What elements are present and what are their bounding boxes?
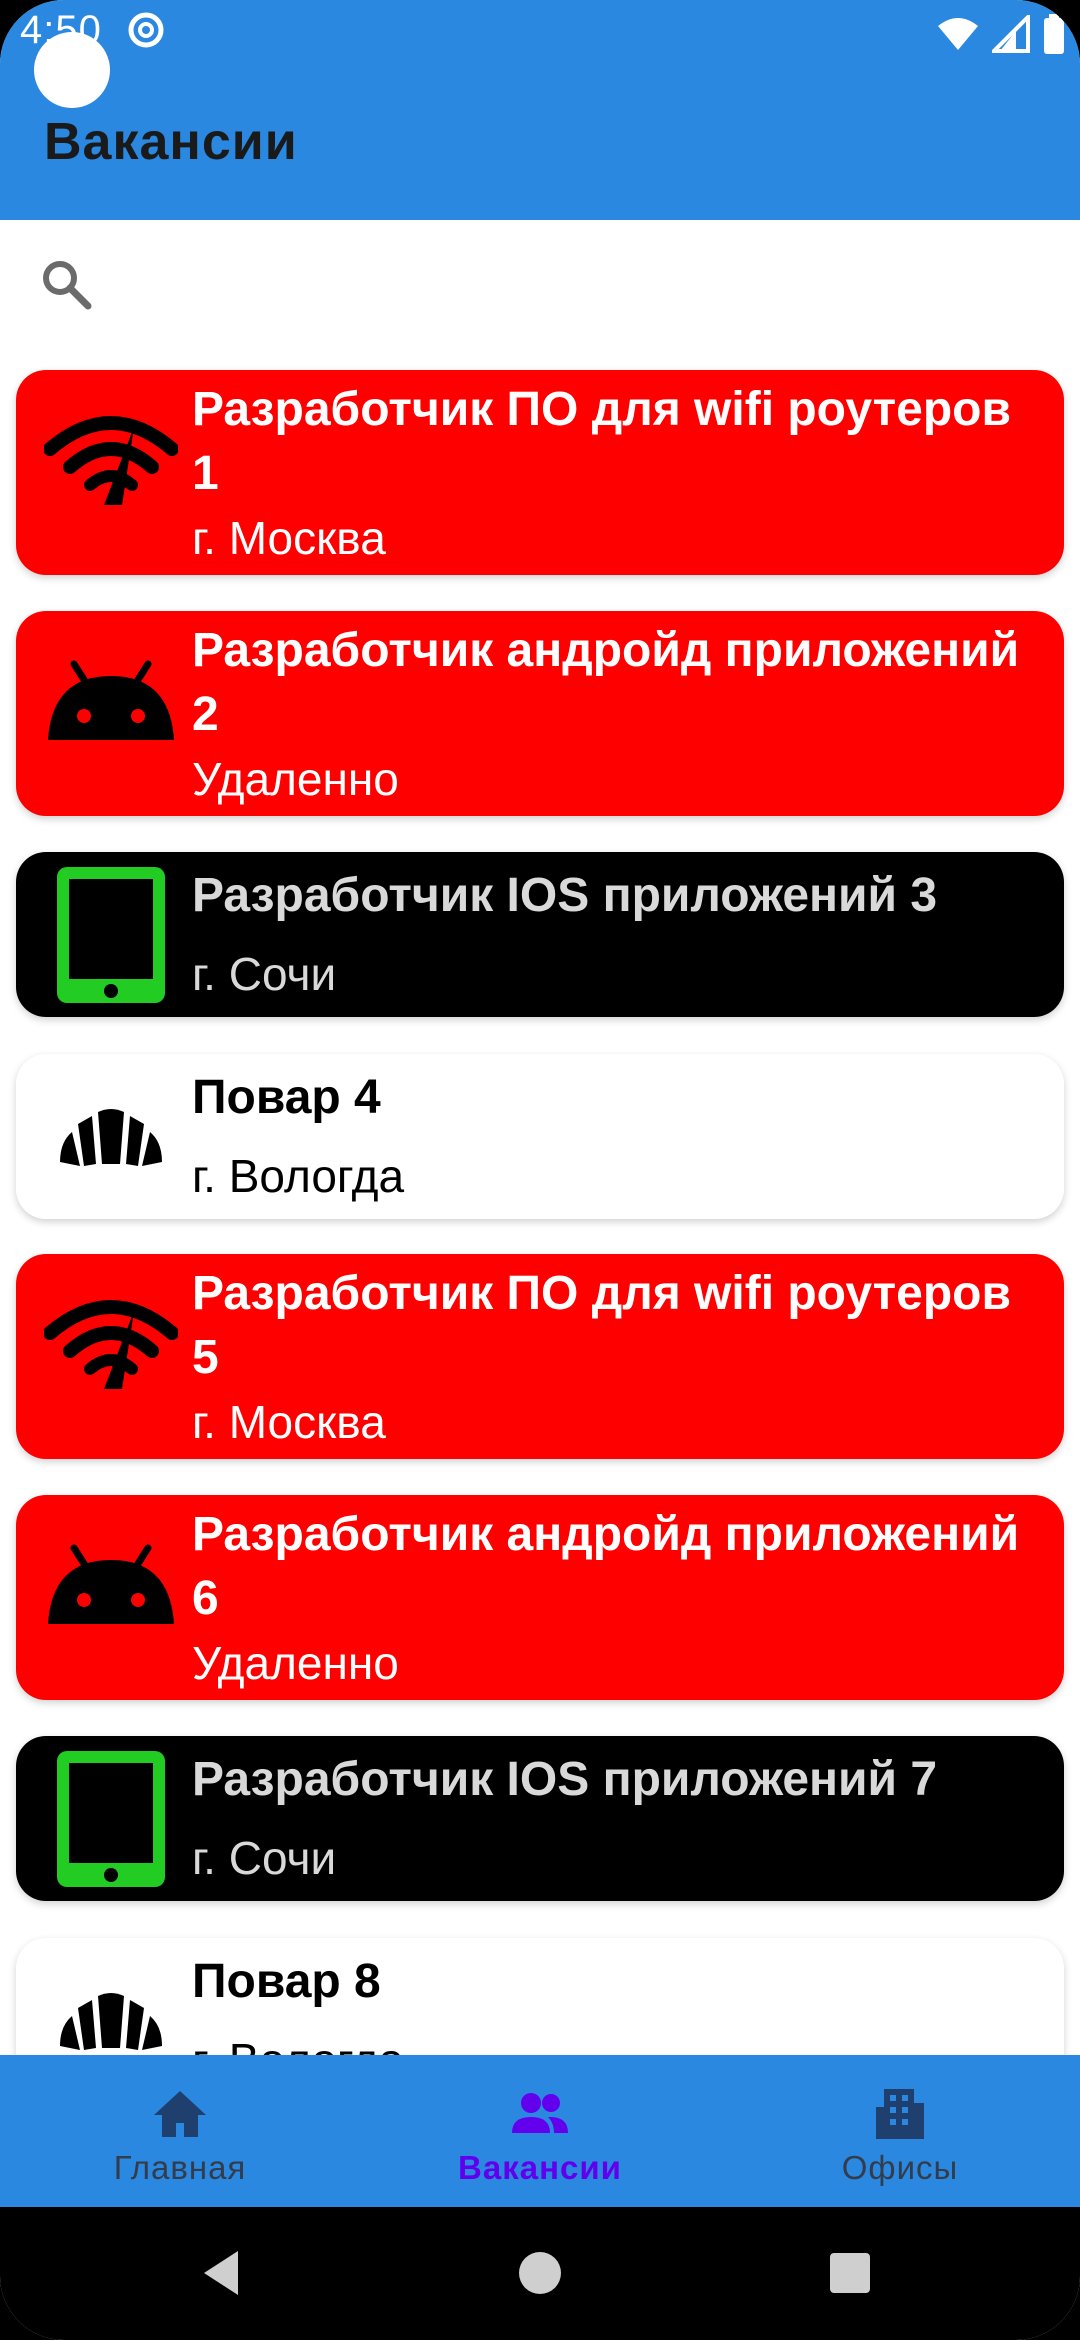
- vacancy-location: г. Сочи: [192, 948, 337, 1000]
- people-icon: [512, 2093, 568, 2133]
- croissant-icon: [30, 1084, 192, 1194]
- search-icon[interactable]: [38, 256, 96, 314]
- nav-label: Главная: [113, 2149, 247, 2186]
- vacancy-title: Разработчик андройд приложений 6: [192, 1508, 1020, 1625]
- vacancy-title: Разработчик ПО для wifi роутеров 1: [192, 383, 1011, 500]
- android-icon: [30, 1531, 192, 1641]
- vacancy-location: Удаленно: [192, 1637, 399, 1689]
- search-bar: [0, 220, 1080, 350]
- nav-label: Офисы: [841, 2149, 959, 2186]
- wifi-router-icon: [30, 1288, 192, 1398]
- nav-label: Вакансии: [458, 2149, 622, 2186]
- app-screen: 4:50 Вакансии Разработчик ПО для wifi ро…: [0, 0, 1080, 2340]
- home-button-icon[interactable]: [512, 2245, 568, 2301]
- tablet-icon: [30, 1746, 192, 1891]
- vacancy-title: Разработчик ПО для wifi роутеров 5: [192, 1267, 1011, 1384]
- status-icons: [936, 12, 1066, 56]
- app-bar: 4:50 Вакансии: [0, 0, 1080, 220]
- office-building-icon: [876, 2089, 924, 2139]
- android-icon: [30, 647, 192, 757]
- page-title: Вакансии: [44, 113, 298, 171]
- tablet-icon: [30, 862, 192, 1007]
- nav-item-offices[interactable]: Офисы: [720, 2055, 1080, 2207]
- wifi-icon: [938, 18, 978, 50]
- vacancy-location: г. Сочи: [192, 1832, 337, 1884]
- vacancy-title: Повар 8: [192, 1955, 381, 2008]
- signal-icon: [992, 15, 1030, 53]
- nav-item-vacancies[interactable]: Вакансии: [360, 2055, 720, 2207]
- vacancy-title: Разработчик андройд приложений 2: [192, 624, 1020, 741]
- search-input[interactable]: [120, 250, 1024, 322]
- vacancy-card[interactable]: Повар 8 г. Вологда: [16, 1938, 1064, 2055]
- vacancy-card[interactable]: Разработчик ПО для wifi роутеров 5 г. Мо…: [16, 1254, 1064, 1459]
- vacancy-title: Повар 4: [192, 1071, 381, 1124]
- vacancy-location: г. Вологда: [192, 1150, 405, 1202]
- bottom-navigation: Главная Вакансии Офисы: [0, 2055, 1080, 2207]
- system-navigation-bar: [0, 2207, 1080, 2340]
- battery-icon: [1044, 14, 1064, 54]
- home-icon: [154, 2091, 206, 2137]
- vacancy-location: Удаленно: [192, 753, 399, 805]
- notification-icon: [128, 12, 164, 48]
- vacancy-location: г. Москва: [192, 1396, 386, 1448]
- vacancy-card[interactable]: Разработчик IOS приложений 3 г. Сочи: [16, 852, 1064, 1017]
- vacancy-location: г. Москва: [192, 512, 386, 564]
- vacancy-title: Разработчик IOS приложений 3: [192, 869, 938, 922]
- vacancy-card[interactable]: Повар 4 г. Вологда: [16, 1054, 1064, 1219]
- wifi-router-icon: [30, 404, 192, 514]
- vacancy-title: Разработчик IOS приложений 7: [192, 1753, 938, 1806]
- back-icon[interactable]: [196, 2245, 252, 2301]
- vacancy-list[interactable]: Разработчик ПО для wifi роутеров 1 г. Мо…: [0, 350, 1080, 2055]
- vacancy-card[interactable]: Разработчик андройд приложений 2 Удаленн…: [16, 611, 1064, 816]
- camera-cutout: [34, 32, 110, 108]
- vacancy-card[interactable]: Разработчик IOS приложений 7 г. Сочи: [16, 1736, 1064, 1901]
- vacancy-card[interactable]: Разработчик ПО для wifi роутеров 1 г. Мо…: [16, 370, 1064, 575]
- vacancy-location: г. Вологда: [192, 2032, 404, 2055]
- nav-item-home[interactable]: Главная: [0, 2055, 360, 2207]
- recents-icon[interactable]: [822, 2245, 878, 2301]
- croissant-icon: [30, 1968, 192, 2055]
- vacancy-card[interactable]: Разработчик андройд приложений 6 Удаленн…: [16, 1495, 1064, 1700]
